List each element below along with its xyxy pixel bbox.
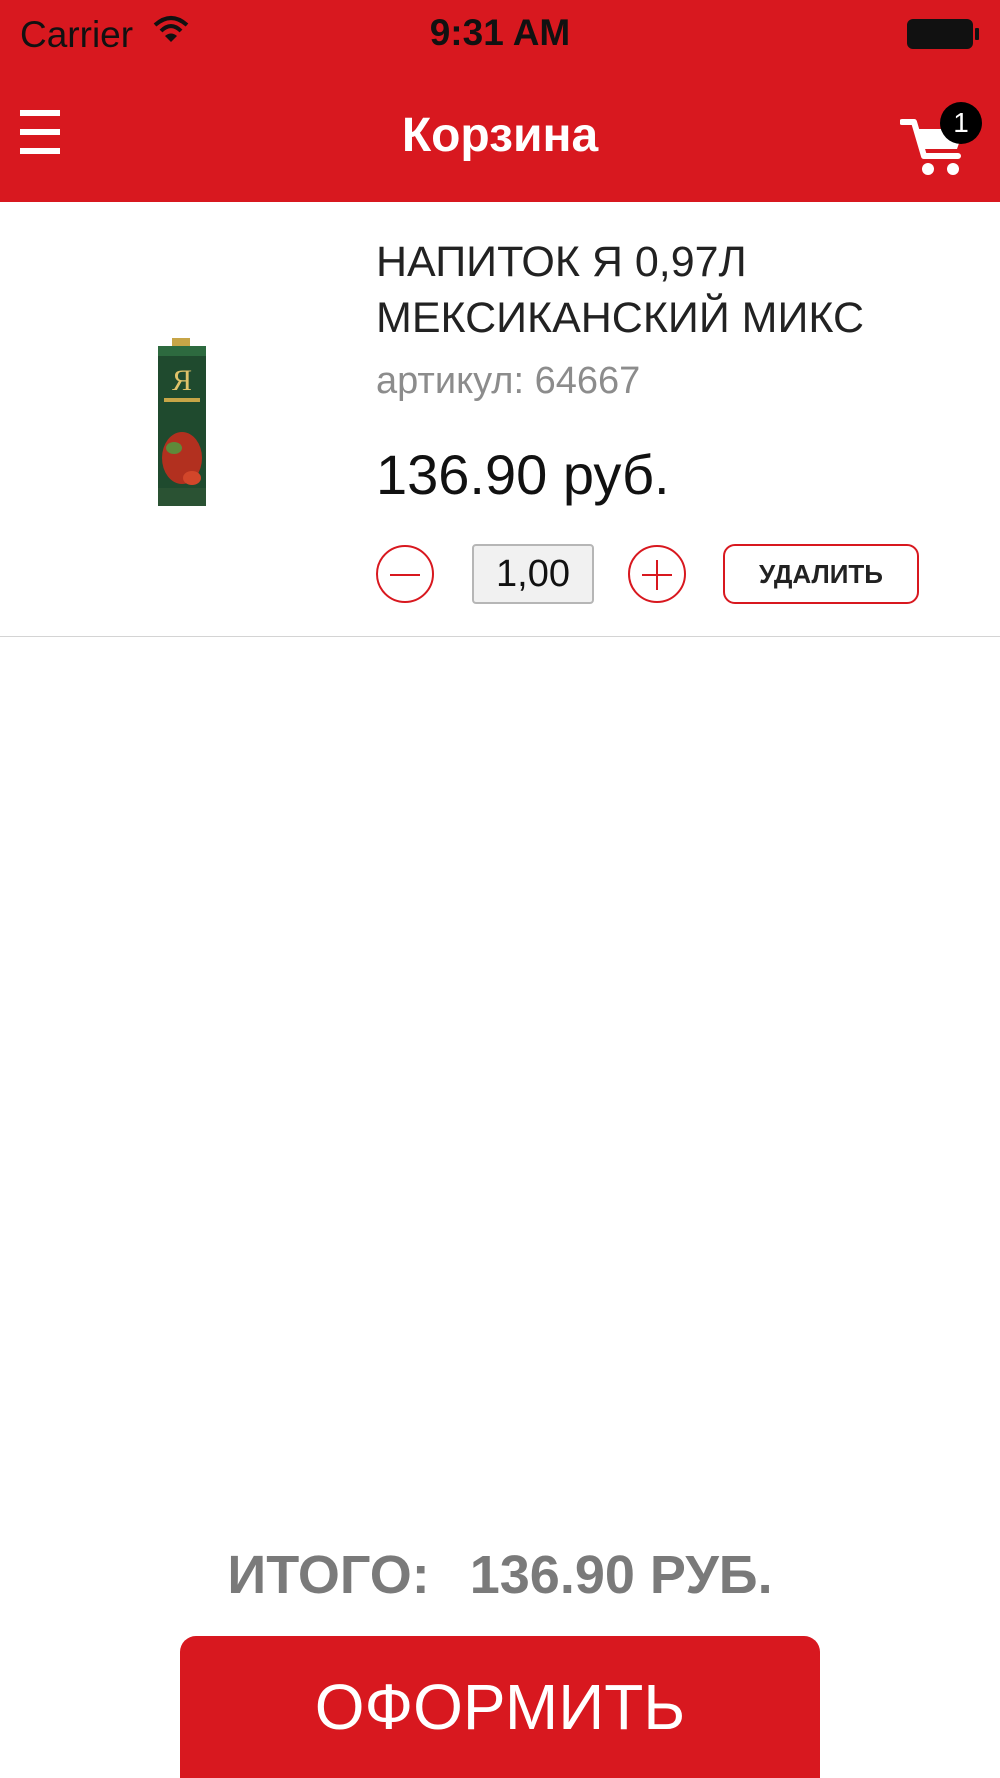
page-title: Корзина — [401, 109, 599, 162]
total-value: 136.90 РУБ. — [469, 1545, 773, 1605]
minus-icon — [390, 574, 420, 576]
decrease-quantity-button[interactable] — [376, 545, 434, 603]
checkout-button[interactable]: ОФОРМИТЬ — [180, 1636, 820, 1778]
cart-count-badge: 1 — [940, 102, 982, 144]
product-price: 136.90 руб. — [376, 443, 670, 506]
status-bar: Carrier 9:31 AM — [0, 0, 1000, 68]
product-image[interactable]: Я — [152, 338, 212, 508]
sku-label: артикул: — [376, 360, 525, 402]
battery-icon — [907, 19, 979, 49]
product-name: НАПИТОК Я 0,97Л МЕКСИКАНСКИЙ МИКС — [376, 238, 865, 342]
nav-bar: Корзина 1 — [0, 68, 1000, 202]
quantity-input[interactable] — [472, 544, 594, 604]
status-time: 9:31 AM — [429, 12, 571, 53]
product-sku: артикул: 64667 — [376, 360, 640, 403]
increase-quantity-button[interactable] — [628, 545, 686, 603]
order-total: ИТОГО: 136.90 РУБ. — [0, 1544, 1000, 1606]
cart-item: Я НАПИТОК Я 0,97Л МЕКСИКАНСКИЙ МИКС арти… — [0, 202, 1000, 637]
total-label: ИТОГО: — [227, 1545, 430, 1605]
delete-button[interactable]: УДАЛИТЬ — [723, 544, 919, 604]
svg-text:Я: Я — [172, 364, 192, 397]
sku-value: 64667 — [534, 360, 641, 402]
